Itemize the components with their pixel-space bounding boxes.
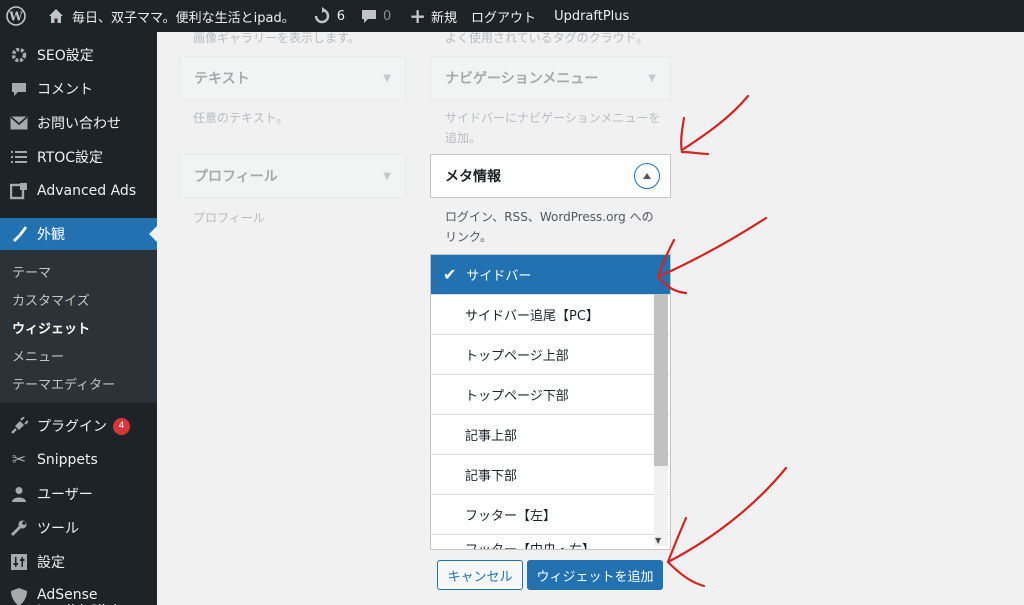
- sidebar-item-label: コメント: [37, 82, 93, 98]
- new-label: 新規: [431, 10, 458, 26]
- sidebar-item-seo[interactable]: SEO設定: [0, 38, 157, 72]
- shield-icon: [9, 587, 29, 605]
- sidebar-item-label: お問い合わせ: [37, 116, 121, 132]
- text-widget-title: テキスト: [194, 71, 250, 87]
- caret-down-icon: ▼: [383, 72, 391, 84]
- refresh-icon: [313, 7, 331, 25]
- meta-widget[interactable]: メタ情報: [430, 154, 671, 198]
- profile-widget-description: プロフィール: [193, 211, 265, 225]
- settings-icon: [9, 552, 29, 572]
- list-scrollbar-thumb[interactable]: [654, 294, 668, 466]
- sidebar-chooser-list[interactable]: ✔ サイドバー サイドバー追尾【PC】 トップページ上部 トップページ下部 記事…: [430, 254, 671, 550]
- sidebar-item-plugins[interactable]: プラグイン 4: [0, 409, 157, 443]
- plugin-update-badge: 4: [113, 417, 130, 435]
- sidebar-item-label: AdSense Invalid Click Protector: [37, 587, 121, 605]
- paintbrush-icon: [9, 224, 29, 244]
- sidebar-item-label: RTOC設定: [37, 150, 104, 166]
- add-widget-button[interactable]: ウィジェットを追加: [527, 560, 663, 590]
- submenu-item-theme-editor[interactable]: テーマエディター: [0, 369, 157, 397]
- new-content-link[interactable]: + 新規: [399, 0, 465, 32]
- admin-bar: W 毎日、双子ママ。便利な生活とipad。 6 0 + 新規 ログアウト Upd…: [0, 0, 1024, 32]
- plugin-icon: [9, 416, 29, 436]
- comment-bubble-icon: [361, 8, 377, 24]
- updates-count: 6: [336, 8, 345, 24]
- navigation-menu-widget-title: ナビゲーションメニュー: [445, 71, 599, 87]
- home-icon: [48, 8, 64, 24]
- wordpress-logo-icon[interactable]: W: [0, 0, 34, 32]
- scissors-icon: ✂: [11, 450, 27, 470]
- list-icon: [9, 147, 29, 167]
- profile-widget[interactable]: プロフィール ▼: [179, 154, 406, 198]
- mail-icon: [9, 113, 29, 133]
- text-widget[interactable]: テキスト ▼: [179, 56, 406, 100]
- sidebar-option[interactable]: サイドバー追尾【PC】: [431, 295, 670, 335]
- updraftplus-link[interactable]: UpdraftPlus: [544, 0, 637, 32]
- sidebar-option-main[interactable]: ✔ サイドバー: [431, 255, 670, 295]
- sidebar-option[interactable]: 記事下部: [431, 455, 670, 495]
- sidebar-item-label: ユーザー: [37, 487, 93, 503]
- sidebar-item-label: ツール: [37, 521, 79, 537]
- site-name-link[interactable]: 毎日、双子ママ。便利な生活とipad。: [34, 0, 303, 32]
- sidebar-option[interactable]: トップページ上部: [431, 335, 670, 375]
- sidebar-item-settings[interactable]: 設定: [0, 545, 157, 579]
- navigation-menu-widget-description: サイドバーにナビゲーションメニューを追加。: [445, 111, 661, 145]
- sidebar-item-tools[interactable]: ツール: [0, 511, 157, 545]
- submenu-item-customize[interactable]: カスタマイズ: [0, 285, 157, 313]
- widgets-content: 画像ギャラリーを表示します。 よく使用されているタグのクラウド。 テキスト ▼ …: [157, 32, 1024, 605]
- user-icon: [9, 484, 29, 504]
- sidebar-option[interactable]: 記事上部: [431, 415, 670, 455]
- comments-link[interactable]: 0: [353, 0, 399, 32]
- sidebar-item-advanced-ads[interactable]: Advanced Ads: [0, 174, 157, 208]
- sidebar-option[interactable]: フッター【中央・右】: [431, 535, 670, 549]
- sidebar-item-comments[interactable]: コメント: [0, 72, 157, 106]
- sidebar-item-label: プラグイン: [37, 419, 107, 435]
- svg-text:W: W: [8, 10, 23, 24]
- caret-down-icon: ▼: [648, 72, 656, 84]
- meta-widget-description: ログイン、RSS、WordPress.org へのリンク。: [445, 210, 654, 244]
- wrench-icon: [9, 518, 29, 538]
- submenu-item-widgets[interactable]: ウィジェット: [0, 313, 157, 341]
- site-name: 毎日、双子ママ。便利な生活とipad。: [72, 10, 295, 26]
- appearance-submenu: テーマ カスタマイズ ウィジェット メニュー テーマエディター: [0, 250, 157, 403]
- submenu-item-menus[interactable]: メニュー: [0, 341, 157, 369]
- comment-icon: [9, 79, 29, 99]
- sidebar-item-label: Snippets: [37, 452, 98, 468]
- caret-down-icon: ▼: [383, 170, 391, 182]
- tag-cloud-widget-description: よく使用されているタグのクラウド。: [445, 32, 649, 45]
- logout-link[interactable]: ログアウト: [465, 0, 544, 32]
- navigation-menu-widget[interactable]: ナビゲーションメニュー ▼: [430, 56, 671, 100]
- sidebar-item-adsense-protector[interactable]: AdSense Invalid Click Protector: [0, 579, 157, 605]
- sidebar-item-appearance[interactable]: 外観: [0, 218, 157, 250]
- checkmark-icon: ✔: [443, 265, 457, 284]
- scroll-down-arrow-icon[interactable]: ▼: [655, 536, 661, 545]
- comments-count: 0: [382, 8, 392, 24]
- ads-icon: [9, 181, 29, 201]
- plus-icon: +: [409, 4, 427, 28]
- sidebar-option[interactable]: トップページ下部: [431, 375, 670, 415]
- sidebar-item-label: 外観: [37, 227, 65, 243]
- admin-sidebar: SEO設定 コメント お問い合わせ RTOC設定 Advanced Ads 外観…: [0, 32, 157, 605]
- sidebar-item-snippets[interactable]: ✂ Snippets: [0, 443, 157, 477]
- sidebar-item-label: 設定: [37, 555, 65, 571]
- sidebar-item-label: SEO設定: [37, 48, 94, 64]
- sidebar-item-contact[interactable]: お問い合わせ: [0, 106, 157, 140]
- sidebar-item-label: Advanced Ads: [37, 183, 137, 199]
- gear-icon: [9, 45, 29, 65]
- collapse-toggle-icon[interactable]: [634, 163, 660, 189]
- submenu-item-theme[interactable]: テーマ: [0, 257, 157, 285]
- sidebar-option[interactable]: フッター【左】: [431, 495, 670, 535]
- updates-link[interactable]: 6: [303, 0, 353, 32]
- sidebar-option-label: サイドバー: [466, 269, 532, 284]
- cancel-button[interactable]: キャンセル: [437, 560, 523, 590]
- meta-widget-title: メタ情報: [445, 169, 501, 185]
- gallery-widget-description: 画像ギャラリーを表示します。: [193, 32, 360, 45]
- profile-widget-title: プロフィール: [194, 169, 278, 185]
- text-widget-description: 任意のテキスト。: [193, 111, 289, 125]
- sidebar-item-rtoc[interactable]: RTOC設定: [0, 140, 157, 174]
- sidebar-item-users[interactable]: ユーザー: [0, 477, 157, 511]
